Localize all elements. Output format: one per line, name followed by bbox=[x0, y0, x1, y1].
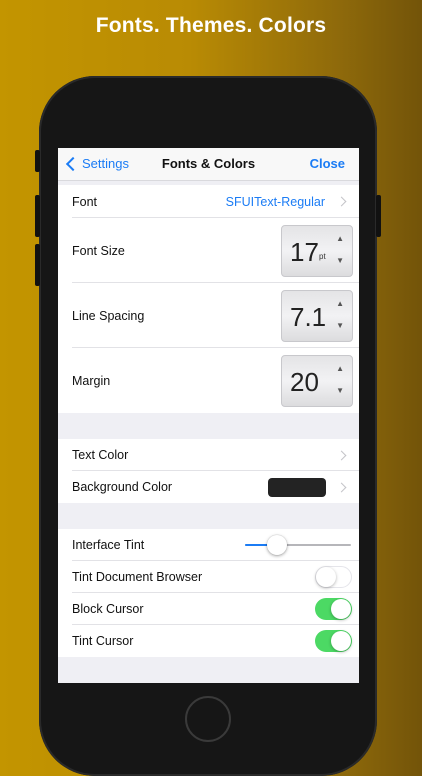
volume-up-button bbox=[35, 195, 40, 237]
text-color-label: Text Color bbox=[72, 448, 129, 462]
increment-arrow-icon[interactable]: ▲ bbox=[336, 364, 344, 373]
tint-settings-group: Interface Tint Tint Document Browser Blo… bbox=[58, 529, 359, 657]
font-size-row: Font Size 17 pt ▲ ▼ bbox=[58, 218, 359, 283]
block-cursor-row: Block Cursor bbox=[58, 593, 359, 625]
color-settings-group: Text Color Background Color bbox=[58, 439, 359, 503]
interface-tint-slider[interactable] bbox=[245, 535, 351, 555]
margin-row: Margin 20 ▲ ▼ bbox=[58, 348, 359, 413]
font-size-value: 17 bbox=[290, 236, 319, 267]
tint-cursor-toggle[interactable] bbox=[315, 630, 352, 652]
navigation-bar: Settings Fonts & Colors Close bbox=[58, 148, 359, 181]
mute-switch bbox=[35, 150, 40, 172]
decrement-arrow-icon[interactable]: ▼ bbox=[336, 386, 344, 395]
decrement-arrow-icon[interactable]: ▼ bbox=[336, 321, 344, 330]
font-value: SFUIText-Regular bbox=[225, 194, 325, 209]
line-spacing-value: 7.1 bbox=[290, 301, 327, 332]
decrement-arrow-icon[interactable]: ▼ bbox=[336, 256, 344, 265]
volume-down-button bbox=[35, 244, 40, 286]
increment-arrow-icon[interactable]: ▲ bbox=[336, 234, 344, 243]
slider-thumb[interactable] bbox=[266, 535, 287, 555]
background-color-row[interactable]: Background Color bbox=[58, 471, 359, 503]
font-size-unit: pt bbox=[319, 251, 326, 261]
font-size-stepper[interactable]: 17 pt ▲ ▼ bbox=[281, 224, 353, 277]
tint-document-browser-row: Tint Document Browser bbox=[58, 561, 359, 593]
margin-value: 20 bbox=[290, 366, 319, 397]
close-button[interactable]: Close bbox=[310, 156, 345, 171]
increment-arrow-icon[interactable]: ▲ bbox=[336, 299, 344, 308]
margin-stepper[interactable]: 20 ▲ ▼ bbox=[281, 354, 353, 407]
background-color-swatch bbox=[268, 477, 326, 497]
headline: Fonts. Themes. Colors bbox=[95, 14, 327, 37]
tint-cursor-row: Tint Cursor bbox=[58, 625, 359, 657]
font-row[interactable]: Font SFUIText-Regular bbox=[58, 185, 359, 218]
block-cursor-toggle[interactable] bbox=[315, 598, 352, 620]
text-color-row[interactable]: Text Color bbox=[58, 439, 359, 471]
line-spacing-stepper[interactable]: 7.1 ▲ ▼ bbox=[281, 289, 353, 342]
font-settings-group: Font SFUIText-Regular Font Size 17 pt ▲ … bbox=[58, 185, 359, 413]
home-button[interactable] bbox=[185, 696, 231, 742]
power-button bbox=[376, 195, 381, 237]
tint-document-browser-toggle[interactable] bbox=[315, 566, 352, 588]
interface-tint-row: Interface Tint bbox=[58, 529, 359, 561]
app-screen: Settings Fonts & Colors Close Font SFUIT… bbox=[58, 148, 359, 683]
line-spacing-row: Line Spacing 7.1 ▲ ▼ bbox=[58, 283, 359, 348]
